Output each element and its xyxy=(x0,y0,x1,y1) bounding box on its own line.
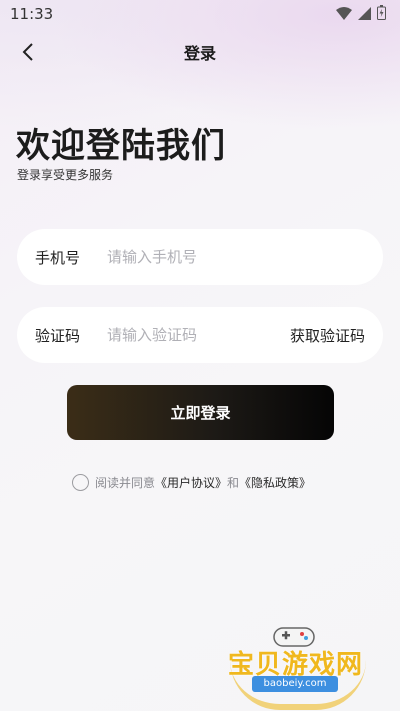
welcome-headline: 欢迎登陆我们 xyxy=(16,126,226,166)
code-input[interactable] xyxy=(107,326,290,344)
login-button[interactable]: 立即登录 xyxy=(67,385,334,440)
watermark-logo: 宝贝游戏网 baobeiy.com xyxy=(222,620,372,710)
agreement-and: 和 xyxy=(227,476,240,490)
battery-icon xyxy=(377,4,386,24)
page-title: 登录 xyxy=(183,44,216,63)
phone-input[interactable] xyxy=(107,248,365,266)
navigation-bar: 登录 xyxy=(0,30,400,74)
signal-icon xyxy=(358,5,371,24)
back-button[interactable] xyxy=(14,38,42,66)
status-bar: 11:33 xyxy=(0,0,400,28)
status-time: 11:33 xyxy=(10,5,54,23)
agreement-checkbox[interactable] xyxy=(72,474,89,491)
agreement-row: 阅读并同意 《用户协议》 和 《隐私政策》 xyxy=(72,474,311,491)
get-code-button[interactable]: 获取验证码 xyxy=(290,325,365,346)
phone-label: 手机号 xyxy=(35,248,81,267)
verification-code-field: 验证码 获取验证码 xyxy=(17,307,383,363)
watermark-url: baobeiy.com xyxy=(252,676,338,692)
chevron-left-icon xyxy=(22,43,33,61)
agreement-prefix: 阅读并同意 xyxy=(95,476,156,490)
wifi-icon xyxy=(336,5,352,24)
privacy-policy-link[interactable]: 《隐私政策》 xyxy=(239,474,311,491)
user-agreement-link[interactable]: 《用户协议》 xyxy=(155,474,227,491)
phone-field: 手机号 xyxy=(17,229,383,285)
welcome-subline: 登录享受更多服务 xyxy=(17,168,114,182)
code-label: 验证码 xyxy=(35,326,81,345)
system-icons xyxy=(336,4,386,24)
